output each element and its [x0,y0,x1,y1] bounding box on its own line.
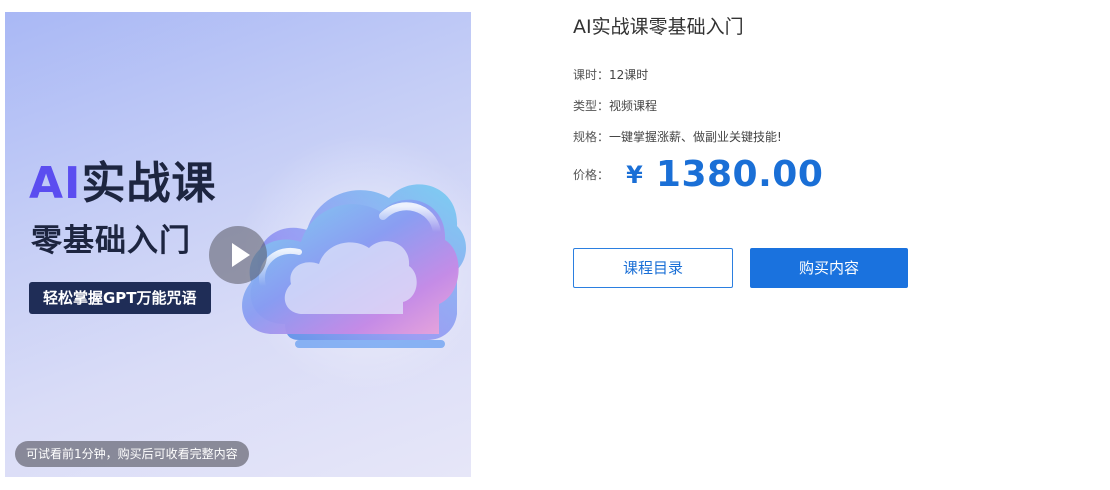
hours-label: 课时： [573,68,610,82]
course-title: AI实战课零基础入门 [573,16,744,38]
cover-title-ai: AI [29,158,82,209]
type-value: 视频课程 [609,99,658,113]
meta-spec: 规格：一键掌握涨薪、做副业关键技能! [573,128,782,145]
glass-cloud-illustration [242,184,466,348]
course-catalog-button[interactable]: 课程目录 [573,248,733,288]
meta-type: 类型：视频课程 [573,97,657,114]
cover-title: AI实战课 [29,162,216,206]
spec-label: 规格： [573,130,610,144]
play-button[interactable] [209,226,267,284]
price-row: 价格： ¥ 1380.00 [573,154,823,195]
spec-value: 一键掌握涨薪、做副业关键技能! [609,130,782,144]
course-page: AI实战课 零基础入门 轻松掌握GPT万能咒语 可试看前1分钟，购买后可收看完整… [0,0,1110,490]
type-label: 类型： [573,99,610,113]
cover-title-rest: 实战课 [81,158,217,209]
buy-content-button[interactable]: 购买内容 [750,248,908,288]
trial-note: 可试看前1分钟，购买后可收看完整内容 [15,441,249,467]
play-icon [232,243,250,267]
meta-hours: 课时：12课时 [573,66,648,83]
course-cover[interactable]: AI实战课 零基础入门 轻松掌握GPT万能咒语 可试看前1分钟，购买后可收看完整… [5,12,471,477]
cover-subtitle: 零基础入门 [31,223,191,259]
cover-tag: 轻松掌握GPT万能咒语 [29,282,211,314]
price-value: 1380.00 [655,154,824,195]
price-label: 价格： [573,168,610,182]
hours-value: 12课时 [609,68,649,82]
price-currency: ¥ [626,160,643,189]
